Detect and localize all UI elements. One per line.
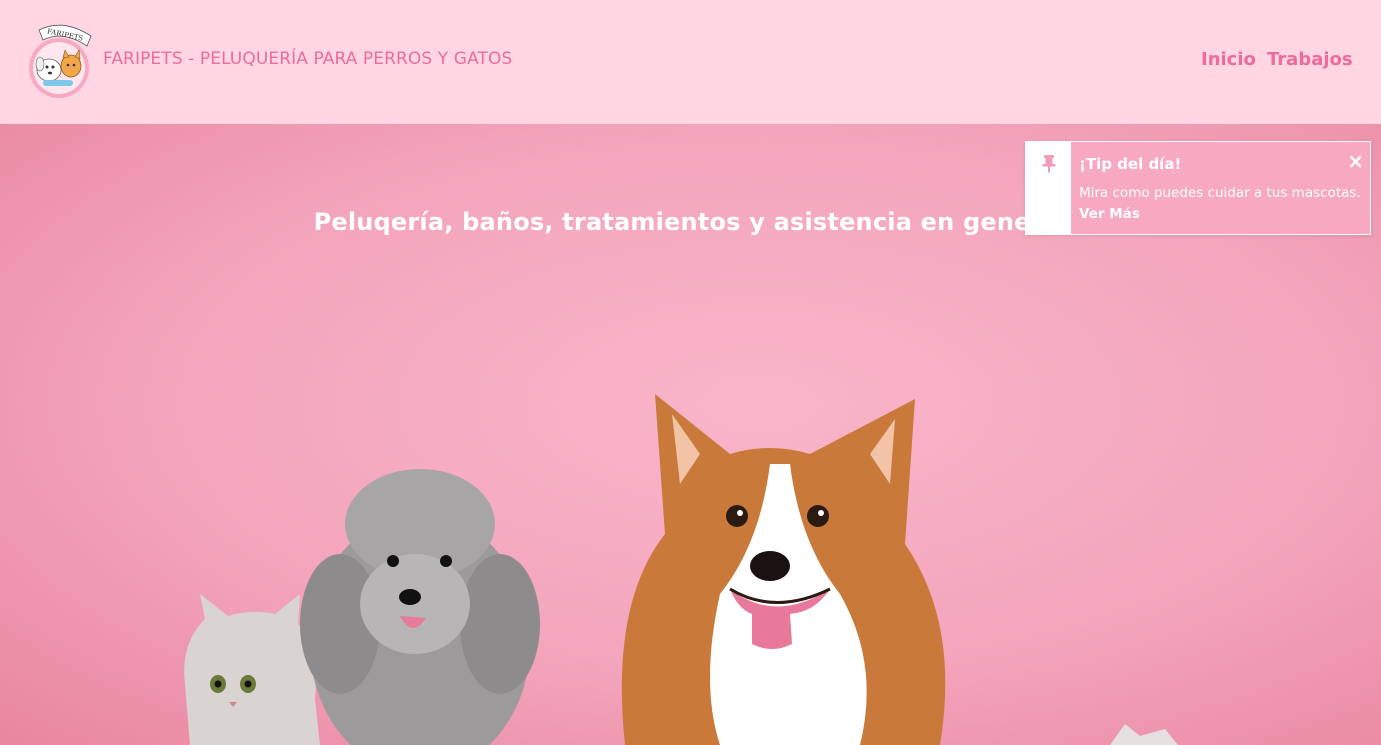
- pin-icon: [1042, 155, 1056, 173]
- ver-mas-link[interactable]: Ver Más: [1079, 206, 1140, 222]
- toast-message: Mira como puedes cuidar a tus mascotas.: [1079, 185, 1361, 201]
- cat-illustration: [184, 594, 320, 745]
- toast-body: ¡Tip del día! × Mira como puedes cuidar …: [1071, 142, 1370, 234]
- toast-icon-column: [1026, 142, 1071, 234]
- close-icon[interactable]: ×: [1347, 151, 1364, 171]
- nav-link-trabajos[interactable]: Trabajos: [1267, 49, 1353, 70]
- brand-title[interactable]: FARIPETS - PELUQUERÍA PARA PERROS Y GATO…: [103, 49, 512, 69]
- faripets-logo[interactable]: FARIPETS: [25, 20, 100, 100]
- navbar: FARIPETS FARIPETS - PELUQUERÍA PARA PERR…: [0, 0, 1381, 124]
- poodle-illustration: [300, 469, 540, 745]
- corgi-illustration: [621, 394, 946, 745]
- tip-toast: ¡Tip del día! × Mira como puedes cuidar …: [1025, 141, 1371, 235]
- toast-title: ¡Tip del día!: [1079, 155, 1182, 173]
- kitten-ear-illustration: [1110, 724, 1178, 745]
- nav-link-inicio[interactable]: Inicio: [1201, 49, 1256, 70]
